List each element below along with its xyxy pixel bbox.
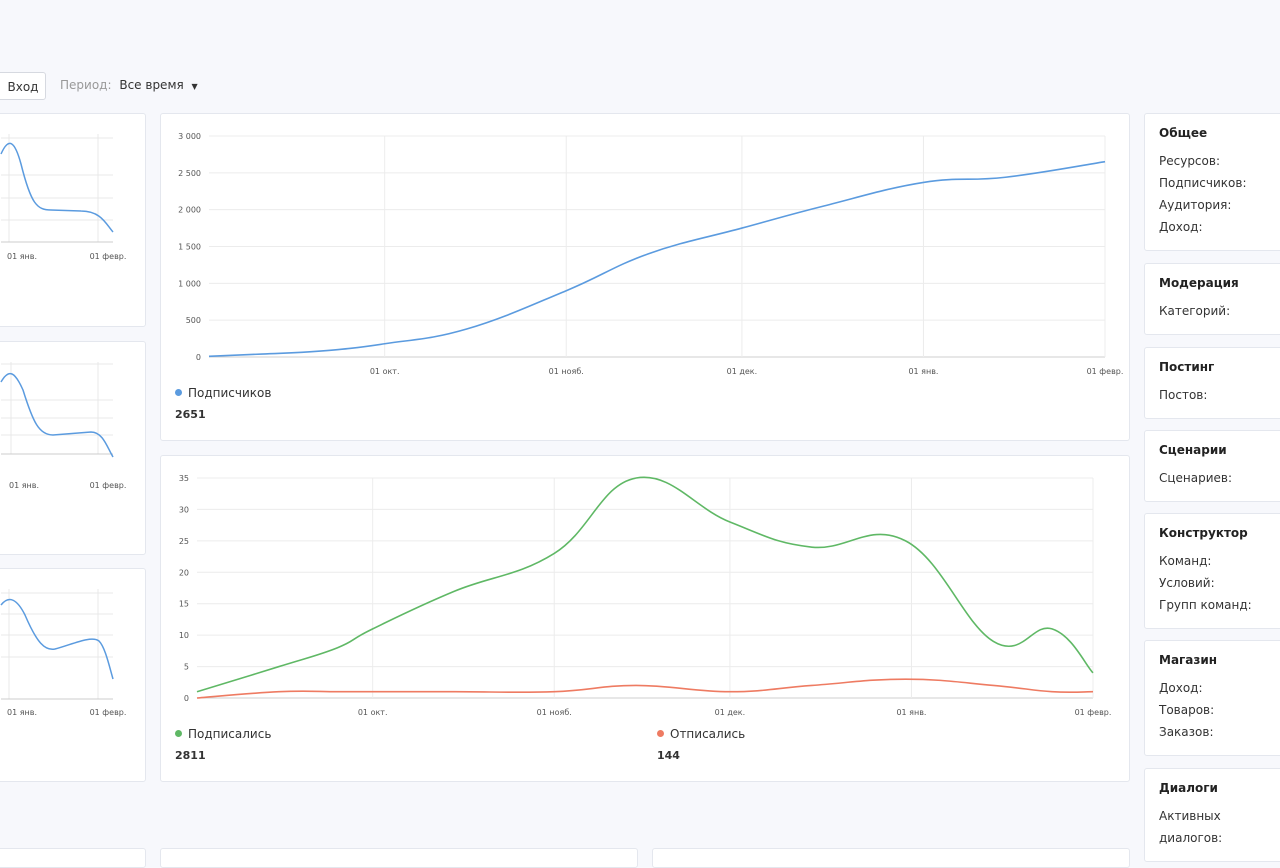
series-line-2	[196, 678, 1094, 699]
legend-total: 2651	[175, 408, 206, 421]
y-tick-label: 2 000	[178, 206, 201, 215]
subscribers-chart-card: 0 500 1 000 1 500 2 000 2 500 3 000 01 окт. 01 н…	[160, 113, 1130, 441]
legend-label: Отписались	[670, 727, 746, 741]
caret-down-icon[interactable]: ▼	[192, 82, 198, 91]
y-tick-label: 30	[179, 505, 189, 514]
y-tick-label: 35	[179, 474, 189, 483]
y-tick-label: 500	[186, 316, 201, 325]
x-tick-label: 01 нояб.	[537, 708, 572, 717]
mini-chart-2-tick: 01 февр.	[90, 481, 127, 490]
side-panel-row: Условий:	[1159, 576, 1215, 590]
side-panel-row: Групп команд:	[1159, 598, 1252, 612]
y-tick-label: 15	[179, 600, 189, 609]
bottom-card-1	[0, 848, 146, 868]
subscribed-legend: Подписались 2811	[175, 727, 271, 762]
side-panel: Постинг Постов:	[1144, 347, 1280, 419]
x-tick-label: 01 дек.	[727, 367, 758, 376]
side-panel-row: Доход:	[1159, 681, 1203, 695]
y-tick-label: 1 000	[178, 279, 201, 288]
unsubscribed-legend: Отписались 144	[657, 727, 745, 762]
login-button[interactable]: Вход	[0, 72, 46, 100]
y-tick-label: 5	[184, 663, 189, 672]
mini-chart-2: 01 янв. 01 февр.	[0, 362, 127, 490]
side-panel: Модерация Категорий:	[1144, 263, 1280, 335]
side-panel-row: Постов:	[1159, 388, 1208, 402]
mini-chart-3: 01 янв. 01 февр.	[0, 589, 127, 717]
subscribe-unsubscribe-chart-card: 0 5 10 15 20 25 30 35 01 окт. 01 нояб. 01 дек. 01 я…	[160, 455, 1130, 782]
subscribe-unsubscribe-chart: 0 5 10 15 20 25 30 35 01 окт. 01 нояб. 01 дек. 01 я…	[179, 474, 1112, 717]
mini-chart-1-line	[0, 142, 114, 233]
y-tick-label: 0	[196, 353, 201, 362]
y-tick-label: 2 500	[178, 169, 201, 178]
x-tick-label: 01 дек.	[715, 708, 746, 717]
subscribers-chart: 0 500 1 000 1 500 2 000 2 500 3 000 01 окт. 01 н…	[178, 132, 1124, 376]
side-panel: Магазин Доход: Товаров: Заказов:	[1144, 640, 1280, 756]
side-panel-title: Общее	[1159, 126, 1208, 140]
series-line-1	[208, 160, 1106, 358]
side-panel: Общее Ресурсов: Подписчиков: Аудитория: Дохо…	[1144, 113, 1280, 251]
x-tick-label: 01 янв.	[896, 708, 926, 717]
y-tick-label: 10	[179, 631, 189, 640]
mini-chart-1-tick: 01 февр.	[90, 252, 127, 261]
mini-chart-3-tick: 01 янв.	[7, 708, 37, 717]
side-panel-row: Сценариев:	[1159, 471, 1233, 485]
subscribers-legend: Подписчиков 2651	[175, 386, 271, 421]
y-tick-label: 20	[179, 568, 189, 577]
mini-chart-3-tick: 01 февр.	[90, 708, 127, 717]
side-panel-title: Сценарии	[1159, 443, 1227, 457]
side-panel: Конструктор Команд: Условий: Групп команд:	[1144, 513, 1280, 629]
side-panel-row: Аудитория:	[1159, 198, 1232, 212]
period-value[interactable]: Все время	[119, 78, 183, 92]
mini-chart-card-2: 01 янв. 01 февр.	[0, 341, 146, 555]
x-tick-label: 01 февр.	[1087, 367, 1124, 376]
mini-chart-2-line	[0, 372, 114, 458]
x-tick-label: 01 февр.	[1075, 708, 1112, 717]
bottom-card-2	[160, 848, 638, 868]
x-tick-label: 01 окт.	[358, 708, 388, 717]
mini-chart-1: 01 янв. 01 февр.	[0, 134, 127, 261]
period-selector[interactable]: Период: Все время ▼	[60, 78, 198, 92]
side-panel-row: Подписчиков:	[1159, 176, 1247, 190]
y-tick-label: 0	[184, 694, 189, 703]
x-tick-label: 01 окт.	[370, 367, 400, 376]
y-tick-label: 25	[179, 537, 189, 546]
legend-label: Подписались	[188, 727, 272, 741]
side-panel-title: Постинг	[1159, 360, 1215, 374]
y-tick-label: 1 500	[178, 243, 201, 252]
side-panel-row: Ресурсов:	[1159, 154, 1220, 168]
side-panel-row: Заказов:	[1159, 725, 1214, 739]
legend-total: 2811	[175, 749, 206, 762]
mini-chart-1-tick: 01 янв.	[7, 252, 37, 261]
x-tick-label: 01 янв.	[908, 367, 938, 376]
bottom-card-3	[652, 848, 1130, 868]
legend-dot-icon	[175, 389, 182, 396]
mini-chart-3-line	[0, 598, 114, 680]
mini-chart-card-1: 01 янв. 01 февр.	[0, 113, 146, 327]
side-panel: Сценарии Сценариев:	[1144, 430, 1280, 502]
side-panel: Диалоги Активных диалогов:	[1144, 768, 1280, 862]
legend-label: Подписчиков	[188, 386, 272, 400]
side-panel-title: Магазин	[1159, 653, 1218, 667]
side-panel-row: Команд:	[1159, 554, 1212, 568]
side-panel-title: Диалоги	[1159, 781, 1218, 795]
side-panel-row: Товаров:	[1159, 703, 1215, 717]
y-tick-label: 3 000	[178, 132, 201, 141]
legend-dot-icon	[175, 730, 182, 737]
x-tick-label: 01 нояб.	[549, 367, 584, 376]
mini-chart-2-tick: 01 янв.	[9, 481, 39, 490]
side-panel-row: Категорий:	[1159, 304, 1231, 318]
side-panel-row: Активных диалогов:	[1159, 809, 1223, 845]
side-panel-row: Доход:	[1159, 220, 1203, 234]
legend-dot-icon	[657, 730, 664, 737]
mini-chart-card-3: 01 янв. 01 февр.	[0, 568, 146, 782]
side-panel-title: Модерация	[1159, 276, 1239, 290]
legend-total: 144	[657, 749, 680, 762]
side-panel-title: Конструктор	[1159, 526, 1248, 540]
period-label: Период:	[60, 78, 112, 92]
